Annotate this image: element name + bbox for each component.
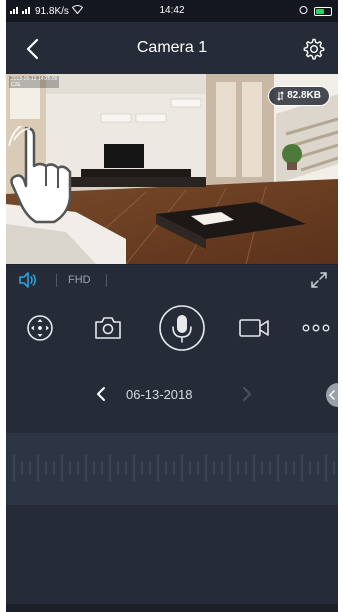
video-control-strip: FHD — [6, 264, 338, 294]
playback-timeline[interactable] — [6, 433, 338, 505]
settings-button[interactable] — [302, 37, 326, 61]
side-drawer-handle[interactable] — [326, 383, 338, 407]
gear-icon — [303, 38, 325, 60]
record-button[interactable] — [234, 308, 274, 348]
bitrate-value: 82.8KB — [287, 90, 321, 101]
video-record-icon — [239, 319, 269, 337]
status-right — [299, 5, 332, 17]
bitrate-badge: 82.8KB — [268, 86, 330, 106]
camera-toolbar — [6, 294, 338, 362]
speaker-icon — [19, 272, 37, 288]
more-button[interactable] — [296, 308, 336, 348]
camera-icon — [95, 317, 121, 339]
next-date-button[interactable] — [240, 386, 254, 402]
current-date[interactable]: 06-13-2018 — [126, 387, 216, 402]
status-bar: 91.8K/s 14:42 — [6, 0, 338, 22]
app-header: Camera 1 — [6, 22, 338, 74]
divider — [56, 274, 57, 287]
previous-date-button[interactable] — [94, 386, 108, 402]
alarm-icon — [299, 5, 308, 17]
more-dots-icon — [302, 324, 330, 332]
snapshot-button[interactable] — [88, 308, 128, 348]
expand-icon — [311, 272, 327, 288]
chevron-left-icon — [328, 390, 335, 400]
talk-button[interactable] — [158, 304, 206, 352]
microphone-icon — [159, 305, 205, 351]
ptz-direction-icon — [27, 315, 53, 341]
chevron-left-icon — [97, 387, 105, 401]
date-navigator: 06-13-2018 — [6, 380, 338, 410]
battery-icon — [314, 6, 332, 16]
tap-hint-hand-icon — [6, 126, 86, 226]
video-timestamp-overlay: 2018-06-13 14:25:00 C2E — [9, 76, 60, 88]
sound-toggle[interactable] — [18, 271, 38, 289]
quality-toggle[interactable]: FHD — [68, 274, 91, 286]
page-title: Camera 1 — [136, 39, 208, 56]
bottom-bar — [6, 604, 338, 612]
app-screen: 91.8K/s 14:42 Camera 1 2018-06-13 14:25:… — [6, 0, 338, 612]
speed-arrows-icon — [277, 91, 284, 101]
timeline-ticks — [13, 455, 335, 481]
divider — [106, 274, 107, 287]
ptz-button[interactable] — [20, 308, 60, 348]
chevron-right-icon — [243, 387, 251, 401]
live-video[interactable]: 2018-06-13 14:25:00 C2E 82.8KB — [6, 74, 338, 264]
fullscreen-button[interactable] — [310, 271, 328, 289]
status-time: 14:42 — [159, 5, 185, 16]
